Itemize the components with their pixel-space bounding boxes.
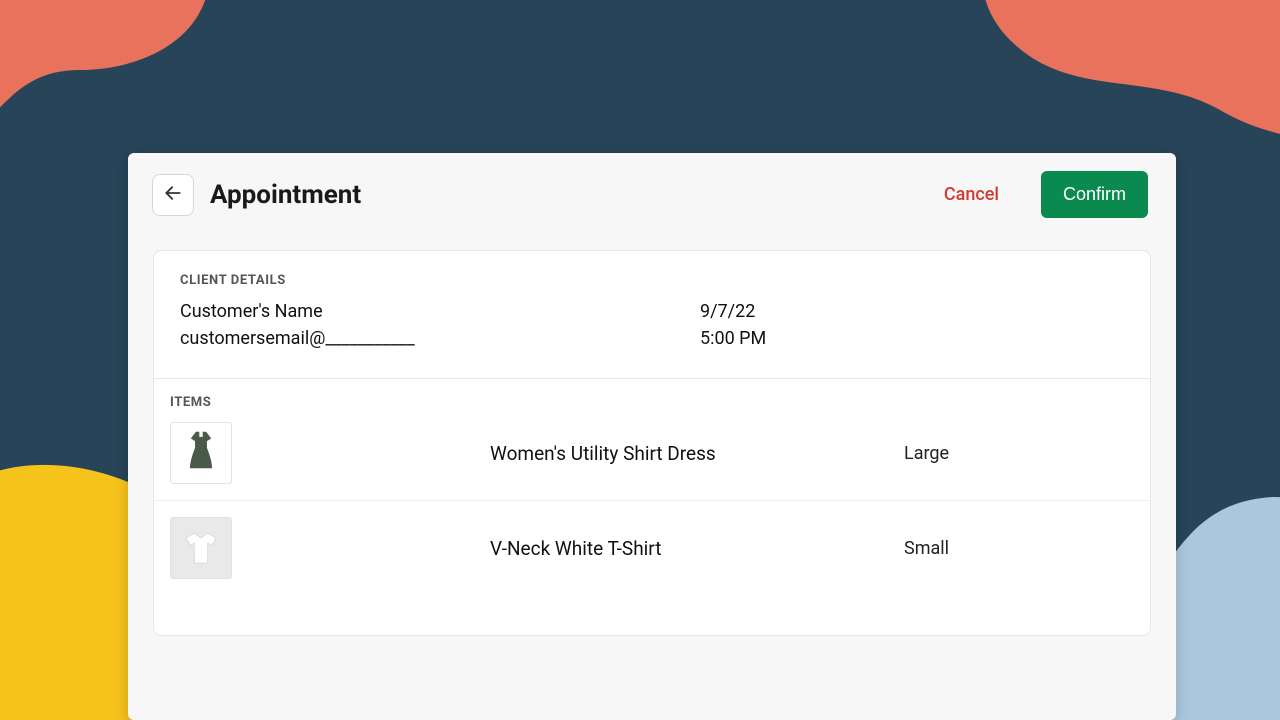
appointment-card: Appointment Cancel Confirm CLIENT DETAIL… (128, 153, 1176, 720)
arrow-left-icon (163, 183, 183, 206)
back-button[interactable] (152, 174, 194, 216)
item-name: Women's Utility Shirt Dress (270, 442, 886, 465)
details-panel: CLIENT DETAILS Customer's Name customers… (153, 250, 1151, 636)
tshirt-icon (181, 528, 221, 568)
items-label: ITEMS (154, 379, 1150, 416)
item-name: V-Neck White T-Shirt (270, 537, 886, 560)
item-size: Small (904, 538, 1134, 559)
item-row: Women's Utility Shirt Dress Large (154, 416, 1150, 500)
item-thumbnail (170, 517, 232, 579)
confirm-button[interactable]: Confirm (1041, 171, 1148, 218)
client-email: customersemail@___________ (180, 325, 700, 352)
cancel-button[interactable]: Cancel (944, 184, 999, 205)
item-size: Large (904, 443, 1134, 464)
client-details-label: CLIENT DETAILS (154, 251, 1150, 298)
dress-icon (184, 430, 218, 476)
client-schedule: 9/7/22 5:00 PM (700, 298, 766, 352)
page-title: Appointment (210, 180, 361, 210)
appointment-date: 9/7/22 (700, 298, 766, 325)
appointment-time: 5:00 PM (700, 325, 766, 352)
item-thumbnail (170, 422, 232, 484)
client-details: Customer's Name customersemail@_________… (154, 298, 1150, 378)
card-header: Appointment Cancel Confirm (128, 153, 1176, 236)
stage: Appointment Cancel Confirm CLIENT DETAIL… (0, 0, 1280, 720)
client-name: Customer's Name (180, 298, 700, 325)
item-row: V-Neck White T-Shirt Small (154, 500, 1150, 595)
client-identity: Customer's Name customersemail@_________… (180, 298, 700, 352)
